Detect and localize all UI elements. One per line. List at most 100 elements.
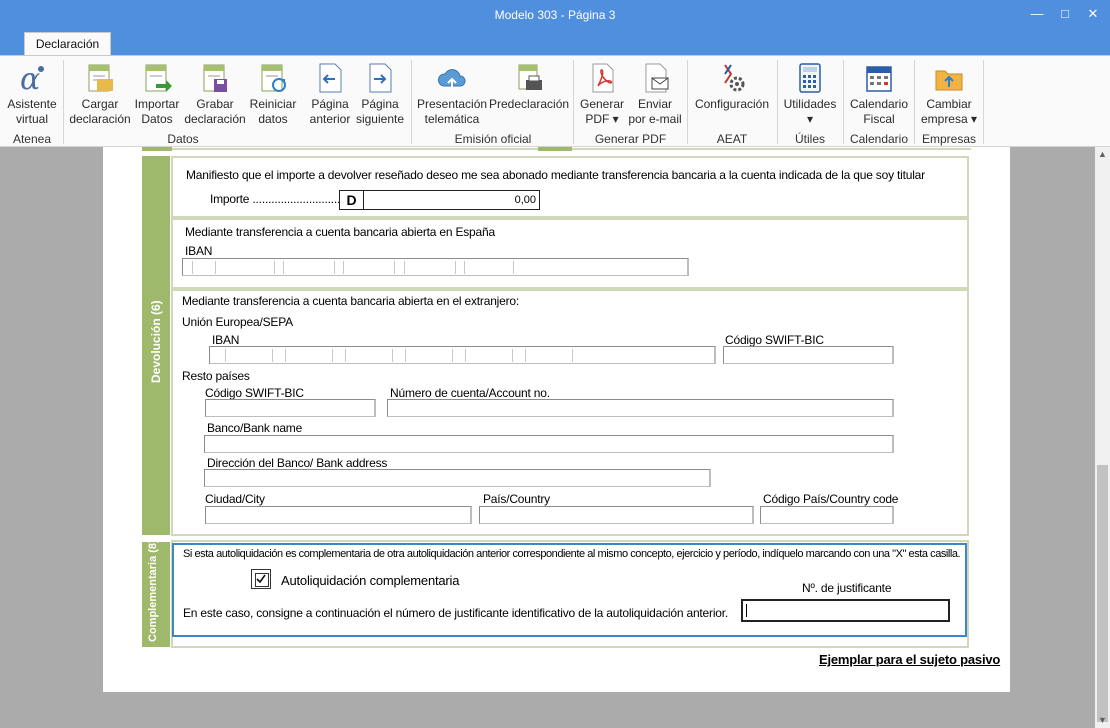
- manifiesto-section: [171, 156, 969, 218]
- complementaria-checkbox[interactable]: [251, 569, 271, 589]
- generar-pdf-button[interactable]: Generar PDF ▾: [578, 62, 626, 127]
- presentacion-telematica-button[interactable]: Presentación telemática: [417, 62, 487, 127]
- utilidades-label-2: ▾: [806, 112, 814, 126]
- calendario-label-1: Calendario: [849, 97, 909, 111]
- cargar-label-2: declaración: [69, 112, 131, 126]
- importe-label: Importe ...............................: [210, 192, 350, 206]
- cambiar-empresa-button[interactable]: Cambiar empresa ▾: [919, 62, 979, 127]
- importe-prefix: D: [340, 191, 364, 209]
- previous-page-icon: [315, 62, 345, 94]
- banco-input[interactable]: [204, 435, 894, 453]
- importe-field[interactable]: D 0,00: [339, 190, 540, 210]
- alpha-icon: α: [17, 62, 47, 97]
- swift-resto-input[interactable]: [205, 399, 376, 417]
- grabar-declaracion-button[interactable]: Grabar declaración: [183, 62, 247, 127]
- group-label-empresas: Empresas: [921, 132, 977, 146]
- iban-ue-input[interactable]: [209, 346, 716, 364]
- enviar-email-button[interactable]: Enviar por e-mail: [627, 62, 683, 127]
- iban-espana-input[interactable]: [182, 258, 689, 276]
- iban-segment: [285, 349, 333, 362]
- generar-pdf-label-2: PDF ▾: [585, 112, 619, 126]
- asistente-virtual-button[interactable]: α Asistente virtual: [4, 62, 60, 127]
- codigo-pais-label: Código País/Country code: [763, 492, 899, 506]
- iban-segment: [404, 261, 456, 274]
- utilidades-button[interactable]: Utilidades ▾: [781, 62, 839, 127]
- calendario-fiscal-button[interactable]: Calendario Fiscal: [848, 62, 910, 127]
- previous-section-side: [142, 147, 172, 151]
- iban-segment: [345, 349, 393, 362]
- cuenta-input[interactable]: [387, 399, 894, 417]
- printer-document-icon: [514, 62, 544, 94]
- utilidades-label-1: Utilidades: [783, 97, 837, 111]
- scrollbar-thumb[interactable]: [1097, 465, 1108, 722]
- group-label-generar-pdf: Generar PDF: [594, 132, 667, 146]
- ribbon-separator: [843, 60, 844, 144]
- complementaria-side-label: Complementaria (8): [142, 539, 170, 647]
- grabar-label-2: declaración: [184, 112, 246, 126]
- configuracion-button[interactable]: Configuración: [692, 62, 772, 112]
- enviar-label-1: Enviar: [637, 97, 672, 111]
- folder-icon: [934, 62, 964, 94]
- pagina-siguiente-button[interactable]: Página siguiente: [355, 62, 405, 127]
- reiniciar-label-1: Reiniciar: [249, 97, 297, 111]
- asistente-label-1: Asistente: [7, 97, 57, 111]
- swift-resto-label: Código SWIFT-BIC: [205, 386, 304, 400]
- ribbon-separator: [573, 60, 574, 144]
- manifiesto-text: Manifiesto que el importe a devolver res…: [186, 168, 925, 182]
- iban-segment: [405, 349, 453, 362]
- iban-segment: [283, 261, 335, 274]
- asistente-label-2: virtual: [15, 112, 48, 126]
- title-bar: Modelo 303 - Página 3 — □ ✕: [0, 0, 1110, 30]
- pagina-anterior-button[interactable]: Página anterior: [305, 62, 355, 127]
- reiniciar-label-2: datos: [258, 112, 288, 126]
- scroll-down-arrow-icon[interactable]: ▼: [1095, 713, 1110, 728]
- swift-ue-input[interactable]: [723, 346, 894, 364]
- group-label-emision-oficial: Emisión oficial: [454, 132, 532, 146]
- devolucion-side-label: Devolución (6): [142, 156, 170, 535]
- cambiar-label-2: empresa ▾: [920, 112, 978, 126]
- iban-segment: [525, 349, 573, 362]
- devolucion-side-text: Devolución (6): [149, 300, 163, 383]
- presentacion-label-1: Presentación: [417, 97, 488, 111]
- scroll-up-arrow-icon[interactable]: ▲: [1095, 147, 1110, 162]
- anterior-label-2: anterior: [309, 112, 351, 126]
- enviar-label-2: por e-mail: [628, 112, 682, 126]
- importar-datos-button[interactable]: Importar Datos: [133, 62, 181, 127]
- cargar-declaracion-button[interactable]: Cargar declaración: [68, 62, 132, 127]
- vertical-scrollbar[interactable]: ▲ ▼: [1095, 147, 1110, 728]
- close-button[interactable]: ✕: [1082, 4, 1104, 24]
- pdf-icon: [587, 62, 617, 94]
- gear-icon: [717, 62, 747, 94]
- predeclaracion-label: Predeclaración: [489, 97, 570, 111]
- iban-segment: [465, 349, 513, 362]
- reiniciar-datos-button[interactable]: Reiniciar datos: [248, 62, 298, 127]
- justificante-label: Nº. de justificante: [802, 581, 892, 595]
- ciudad-input[interactable]: [205, 506, 472, 524]
- tab-declaracion[interactable]: Declaración: [24, 32, 111, 56]
- direccion-input[interactable]: [204, 469, 711, 487]
- justificante-input[interactable]: [741, 599, 950, 622]
- grabar-label-1: Grabar: [196, 97, 234, 111]
- pais-input[interactable]: [479, 506, 754, 524]
- group-label-atenea: Atenea: [12, 132, 52, 146]
- importar-label-1: Importar: [134, 97, 180, 111]
- anterior-label-1: Página: [311, 97, 349, 111]
- cargar-label-1: Cargar: [81, 97, 119, 111]
- predeclaracion-button[interactable]: Predeclaración: [489, 62, 569, 112]
- ribbon-separator: [63, 60, 64, 144]
- ribbon-separator: [411, 60, 412, 144]
- siguiente-label-2: siguiente: [355, 112, 405, 126]
- cuenta-label: Número de cuenta/Account no.: [390, 386, 550, 400]
- complementaria-side-text: Complementaria (8): [147, 539, 159, 642]
- cloud-upload-icon: [437, 62, 467, 94]
- email-document-icon: [640, 62, 670, 94]
- reset-document-icon: [258, 62, 288, 94]
- checkmark-icon: [256, 574, 266, 584]
- save-document-icon: [200, 62, 230, 94]
- codigo-pais-input[interactable]: [760, 506, 894, 524]
- calendario-label-2: Fiscal: [863, 112, 895, 126]
- next-page-icon: [365, 62, 395, 94]
- import-document-icon: [142, 62, 172, 94]
- minimize-button[interactable]: —: [1026, 4, 1048, 24]
- maximize-button[interactable]: □: [1054, 4, 1076, 24]
